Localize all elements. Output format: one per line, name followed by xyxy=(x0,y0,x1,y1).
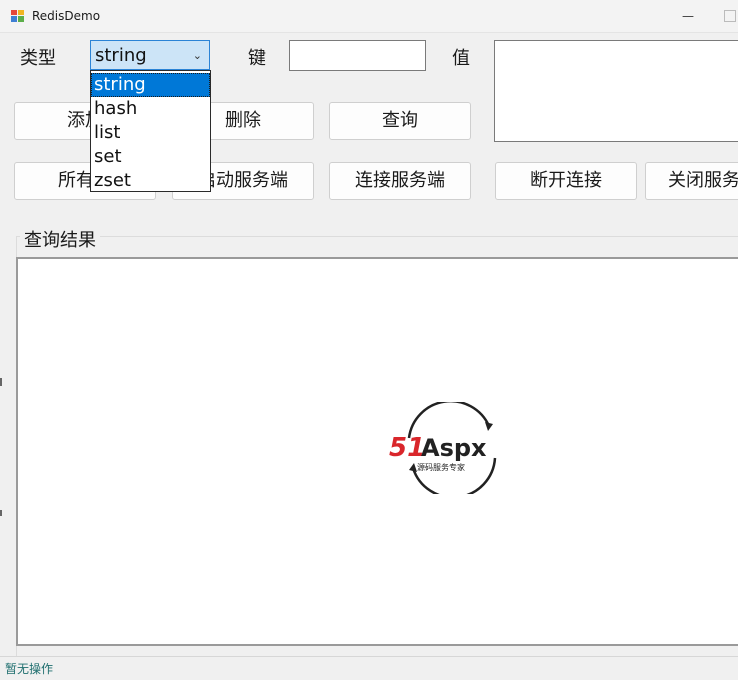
key-label: 键 xyxy=(248,48,266,69)
value-textarea[interactable] xyxy=(494,40,738,142)
status-text: 暂无操作 xyxy=(5,662,54,676)
edge-artifact xyxy=(0,378,2,386)
type-combobox-value: string xyxy=(95,45,147,66)
watermark-logo: 51 Aspx 源码服务专家 xyxy=(389,402,497,494)
value-label: 值 xyxy=(452,48,470,69)
results-group-title: 查询结果 xyxy=(20,226,100,252)
type-option-set[interactable]: set xyxy=(91,145,210,169)
type-label: 类型 xyxy=(20,48,56,69)
watermark-aspx: Aspx xyxy=(421,434,487,462)
key-input[interactable] xyxy=(289,40,426,71)
title-bar: RedisDemo — xyxy=(0,0,738,33)
type-option-hash[interactable]: hash xyxy=(91,97,210,121)
type-option-list[interactable]: list xyxy=(91,121,210,145)
connect-server-button[interactable]: 连接服务端 xyxy=(329,162,471,200)
app-window: RedisDemo — 类型 string ⌄ 键 值 添加 删除 查询 所有键… xyxy=(0,0,738,680)
results-textarea[interactable]: 51 Aspx 源码服务专家 xyxy=(16,257,738,646)
app-icon xyxy=(11,10,24,22)
type-option-string[interactable]: string xyxy=(91,73,210,97)
type-combobox[interactable]: string ⌄ xyxy=(90,40,210,70)
type-option-zset[interactable]: zset xyxy=(91,169,210,193)
query-button[interactable]: 查询 xyxy=(329,102,471,140)
disconnect-button[interactable]: 断开连接 xyxy=(495,162,637,200)
minimize-icon[interactable]: — xyxy=(674,6,702,26)
watermark-51: 51 xyxy=(389,433,425,463)
group-border-top xyxy=(16,236,738,237)
close-server-button[interactable]: 关闭服务端 xyxy=(645,162,738,200)
type-dropdown-list[interactable]: string hash list set zset xyxy=(90,70,211,192)
watermark-slogan: 源码服务专家 xyxy=(417,462,465,472)
edge-artifact xyxy=(0,510,2,516)
chevron-down-icon[interactable]: ⌄ xyxy=(193,49,202,62)
window-title: RedisDemo xyxy=(32,9,101,23)
status-bar: 暂无操作 xyxy=(0,656,738,680)
maximize-icon[interactable] xyxy=(724,10,736,22)
